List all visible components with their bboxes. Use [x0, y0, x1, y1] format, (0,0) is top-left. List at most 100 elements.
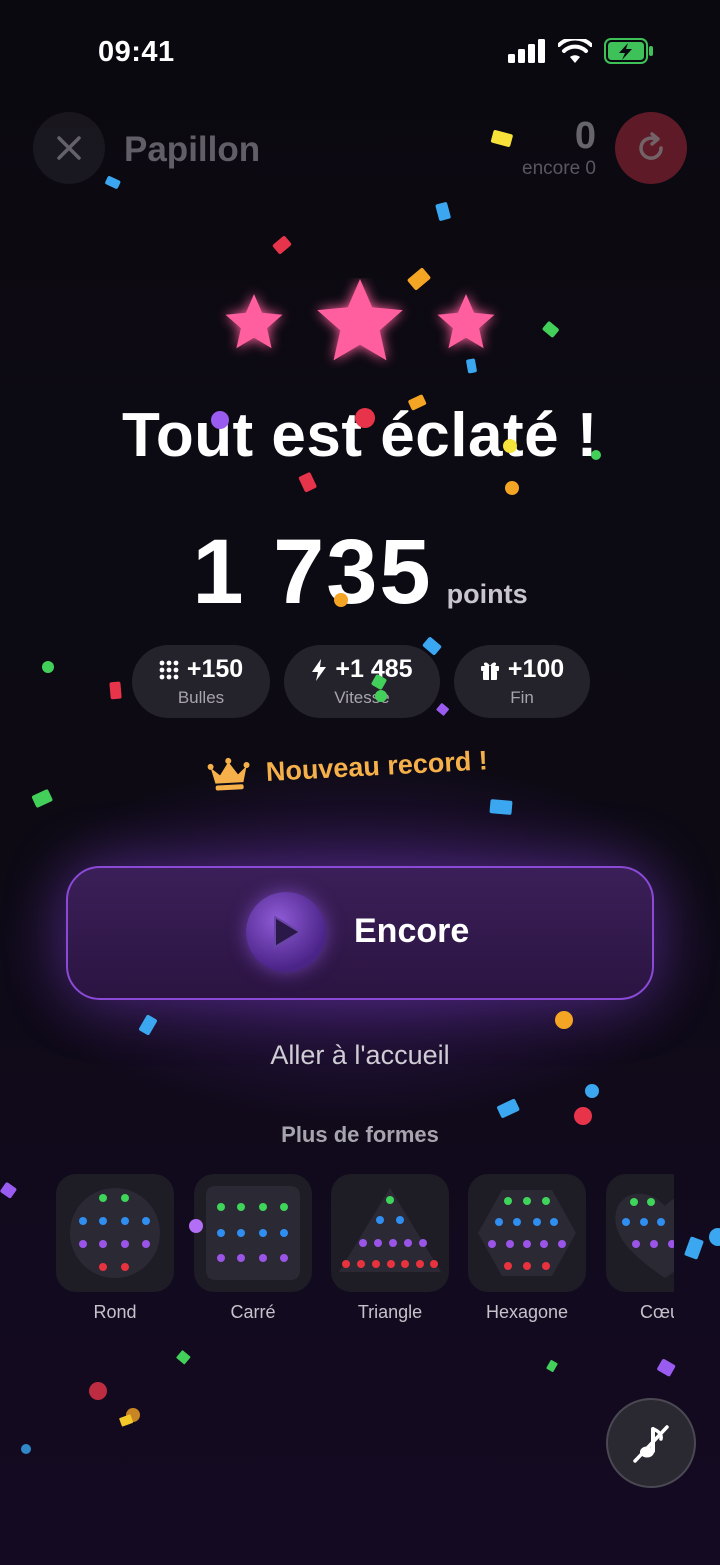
bubble-dot: [357, 1260, 365, 1268]
bubble-dot: [506, 1240, 514, 1248]
star-2-icon: [317, 279, 403, 361]
bonus-value: +1 485: [335, 655, 413, 683]
mini-score-sub: encore 0: [522, 158, 596, 179]
shape-thumbnail: [331, 1174, 449, 1292]
bubble-dot: [142, 1217, 150, 1225]
triangle-shape-icon: [339, 1188, 441, 1272]
new-record-badge: Nouveau record !: [207, 743, 488, 792]
bubble-dot: [121, 1240, 129, 1248]
bubble-dot: [419, 1239, 427, 1247]
mini-score: 0 encore 0: [522, 114, 596, 180]
bubble-dot: [647, 1198, 655, 1206]
shape-label: Hexagone: [485, 1302, 569, 1322]
game-top-bar: Papillon 0 encore 0: [0, 112, 720, 188]
bubble-dot: [280, 1229, 288, 1237]
bubble-dot: [404, 1239, 412, 1247]
bubble-dot: [99, 1217, 107, 1225]
bubble-dot: [650, 1240, 658, 1248]
shape-card-triangle[interactable]: Triangle: [331, 1174, 449, 1323]
status-bar: 09:41: [0, 0, 720, 100]
bubble-dot: [387, 1260, 395, 1268]
bubble-dot: [504, 1197, 512, 1205]
mini-score-value: 0: [574, 115, 596, 157]
close-icon: [57, 136, 81, 160]
bubble-dot: [632, 1240, 640, 1248]
restart-button[interactable]: [615, 112, 687, 184]
cellular-signal-icon: [508, 39, 545, 63]
bubble-dot: [374, 1239, 382, 1247]
bubble-dot: [389, 1239, 397, 1247]
bonus-label: Vitesse: [334, 688, 390, 707]
bubble-dot: [217, 1203, 225, 1211]
bubble-dot: [259, 1203, 267, 1211]
bubble-dot: [121, 1263, 129, 1271]
bubble-dot: [523, 1197, 531, 1205]
bubble-dot: [280, 1203, 288, 1211]
bubble-dot: [99, 1263, 107, 1271]
shape-label: Carré: [230, 1302, 276, 1322]
gift-icon: [480, 662, 499, 680]
bonus-pill-speed: +1 485 Vitesse: [284, 645, 440, 718]
shape-thumbnail: [56, 1174, 174, 1292]
bubble-dot: [237, 1254, 245, 1262]
wifi-icon: [558, 38, 592, 63]
bubble-dot: [630, 1198, 638, 1206]
bubble-dot: [99, 1240, 107, 1248]
bubble-dot: [533, 1218, 541, 1226]
status-icons: [508, 38, 654, 64]
bubble-dot: [376, 1216, 384, 1224]
bubble-dot: [657, 1218, 665, 1226]
play-again-button[interactable]: Encore: [66, 866, 654, 1000]
play-again-label: Encore: [354, 912, 470, 950]
level-title: Papillon: [124, 130, 261, 169]
star-1-icon: [225, 294, 283, 349]
crown-icon: [207, 757, 250, 791]
bubble-dot: [401, 1260, 409, 1268]
status-time: 09:41: [98, 36, 175, 68]
shape-carousel[interactable]: Rond Carré Triangle Hexagone Cœur: [56, 1174, 674, 1344]
bubble-dot: [488, 1240, 496, 1248]
bubble-dot: [217, 1229, 225, 1237]
lightning-icon: [312, 658, 327, 681]
sound-toggle-button[interactable]: [606, 1398, 696, 1488]
shape-thumbnail: [468, 1174, 586, 1292]
result-headline: Tout est éclaté !: [122, 401, 598, 470]
game-over-screen: 09:41 Papillon 0 encore 0 Tout est éclat…: [0, 0, 720, 1565]
bubble-dot: [622, 1218, 630, 1226]
sound-muted-icon: [633, 1425, 669, 1463]
bubbles-grid-icon: [159, 660, 179, 679]
bubble-dot: [523, 1262, 531, 1270]
play-icon: [274, 916, 301, 948]
bonus-value: +150: [186, 655, 244, 683]
bubble-dot: [79, 1217, 87, 1225]
bubble-dot: [640, 1218, 648, 1226]
square-shape-icon: [206, 1186, 300, 1280]
shape-card-square[interactable]: Carré: [194, 1174, 312, 1323]
bubble-dot: [259, 1254, 267, 1262]
round-shape-icon: [69, 1188, 160, 1278]
shape-thumbnail: [606, 1174, 674, 1292]
bubble-dot: [396, 1216, 404, 1224]
bubble-dot: [237, 1203, 245, 1211]
shape-card-hexagon[interactable]: Hexagone: [468, 1174, 586, 1323]
go-home-link[interactable]: Aller à l'accueil: [0, 1040, 720, 1071]
bubble-dot: [540, 1240, 548, 1248]
close-button[interactable]: [33, 112, 105, 184]
shape-card-round[interactable]: Rond: [56, 1174, 174, 1323]
play-icon-circle: [246, 892, 326, 972]
shape-label: Cœur: [640, 1302, 674, 1322]
bubble-dot: [342, 1260, 350, 1268]
new-record-label: Nouveau record !: [265, 744, 489, 787]
shape-outline: [69, 1188, 160, 1278]
shape-card-heart[interactable]: Cœur: [606, 1174, 674, 1323]
bubble-dot: [430, 1260, 438, 1268]
bonus-label: Bulles: [177, 688, 225, 707]
final-score: 1 735 points: [0, 520, 720, 625]
bubble-dot: [504, 1262, 512, 1270]
heart-shape-icon: [615, 1193, 674, 1278]
final-score-value: 1 735: [192, 521, 433, 623]
shape-outline: [615, 1193, 674, 1278]
shape-thumbnail: [194, 1174, 312, 1292]
bubble-dot: [99, 1194, 107, 1202]
bubble-dot: [550, 1218, 558, 1226]
